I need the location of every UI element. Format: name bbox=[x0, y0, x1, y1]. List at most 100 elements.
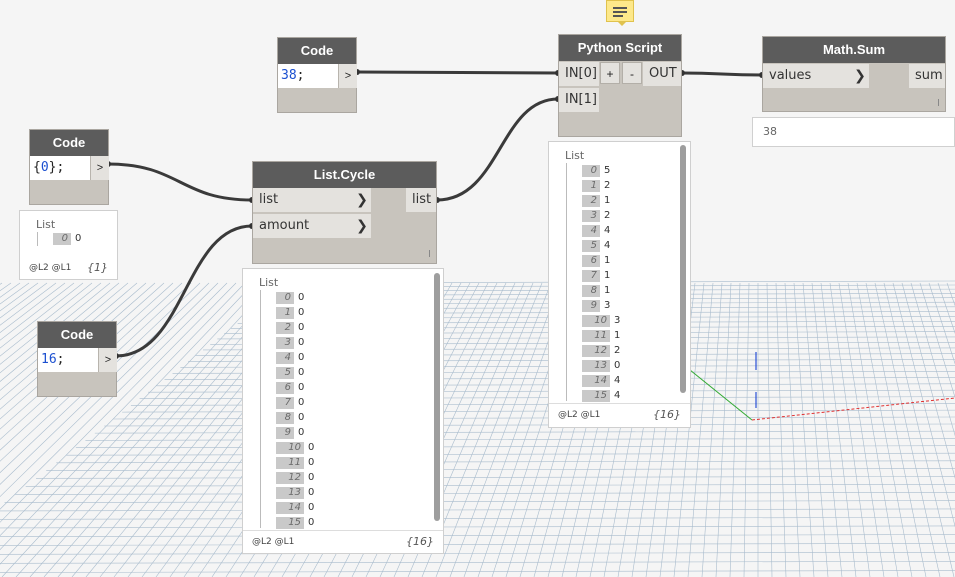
preview-row: 30 bbox=[276, 335, 304, 350]
preview-row-index: 12 bbox=[582, 344, 610, 357]
preview-row-value: 4 bbox=[604, 240, 611, 251]
preview-count: {1} bbox=[87, 261, 108, 274]
preview-row-value: 1 bbox=[614, 330, 621, 341]
preview-list-label: List bbox=[259, 276, 279, 289]
preview-row-value: 4 bbox=[614, 390, 621, 401]
input-port-in0[interactable]: IN[0] bbox=[559, 62, 599, 86]
list-cycle-node[interactable]: List.Cycle list ❯ amount ❯ list bbox=[252, 161, 437, 264]
node-title[interactable]: Python Script bbox=[559, 35, 681, 61]
node-title[interactable]: Code Block bbox=[30, 130, 108, 176]
preview-row-value: 3 bbox=[604, 300, 611, 311]
input-port-amount[interactable]: amount ❯ bbox=[253, 214, 371, 238]
output-port-list[interactable]: list bbox=[406, 188, 436, 212]
preview-row-value: 0 bbox=[298, 322, 305, 333]
preview-row-value: 2 bbox=[604, 210, 611, 221]
remove-input-button[interactable]: - bbox=[622, 62, 642, 84]
code-editor[interactable]: 16; bbox=[38, 348, 98, 372]
preview-row-index: 2 bbox=[582, 194, 600, 207]
preview-row-index: 3 bbox=[276, 336, 294, 349]
math-sum-node[interactable]: Math.Sum values ❯ sum bbox=[762, 36, 946, 112]
preview-row: 60 bbox=[276, 380, 304, 395]
preview-row-value: 0 bbox=[308, 502, 315, 513]
preview-row-index: 0 bbox=[582, 164, 600, 177]
input-port-in1[interactable]: IN[1] bbox=[559, 88, 599, 112]
preview-row: 10 3 bbox=[582, 313, 620, 328]
node-title[interactable]: Code Block bbox=[278, 38, 356, 84]
preview-row: 90 bbox=[276, 425, 304, 440]
preview-row: 93 bbox=[582, 298, 610, 313]
preview-levels: @L2 @L1 bbox=[252, 537, 295, 547]
preview-row-index: 6 bbox=[582, 254, 600, 267]
code-brace-close: }; bbox=[48, 160, 65, 175]
preview-count: {16} bbox=[653, 408, 681, 421]
preview-row-value: 3 bbox=[614, 315, 621, 326]
preview-row: 14 0 bbox=[276, 500, 314, 515]
preview-row: 00 bbox=[53, 231, 81, 246]
preview-tree-line bbox=[566, 163, 567, 401]
preview-row: 05 bbox=[582, 163, 610, 178]
preview-row-index: 1 bbox=[276, 306, 294, 319]
preview-row-index: 0 bbox=[53, 232, 71, 245]
preview-row-index: 11 bbox=[582, 329, 610, 342]
preview-python-script[interactable]: List @L2 @L1 {16} 0 5 1 2 2 1 3 2 4 4 5 4 6 1 7 1 8 1 9 3 10… bbox=[548, 141, 691, 428]
code-number[interactable]: 16 bbox=[41, 352, 57, 367]
preview-row-value: 0 bbox=[298, 382, 305, 393]
code-editor[interactable]: 38; bbox=[278, 64, 338, 88]
chevron-right-icon: ❯ bbox=[356, 218, 368, 234]
preview-row-value: 1 bbox=[604, 285, 611, 296]
preview-row-index: 2 bbox=[276, 321, 294, 334]
preview-row-value: 0 bbox=[298, 367, 305, 378]
preview-row-value: 4 bbox=[614, 375, 621, 386]
preview-row-value: 1 bbox=[604, 255, 611, 266]
input-port-values[interactable]: values ❯ bbox=[763, 64, 869, 88]
input-port-list[interactable]: list ❯ bbox=[253, 188, 371, 212]
node-title[interactable]: List.Cycle bbox=[253, 162, 436, 188]
preview-row-index: 1 bbox=[582, 179, 600, 192]
preview-row-value: 0 bbox=[308, 457, 315, 468]
preview-row: 15 4 bbox=[582, 388, 620, 403]
preview-row-value: 0 bbox=[308, 517, 315, 528]
node-title[interactable]: Math.Sum bbox=[763, 37, 945, 63]
lacing-indicator bbox=[938, 99, 939, 106]
preview-row-value: 0 bbox=[614, 360, 621, 371]
code-block-node-0[interactable]: Code Block {0}; > bbox=[29, 129, 109, 205]
node-title[interactable]: Code Block bbox=[38, 322, 116, 368]
preview-row: 15 0 bbox=[276, 515, 314, 530]
code-block-node-38[interactable]: Code Block 38; > bbox=[277, 37, 357, 113]
output-port[interactable]: > bbox=[98, 348, 117, 372]
preview-row-value: 0 bbox=[298, 427, 305, 438]
output-port-sum[interactable]: sum bbox=[909, 64, 945, 88]
preview-row-value: 5 bbox=[604, 165, 611, 176]
port-label: list bbox=[259, 192, 279, 207]
preview-scrollbar[interactable] bbox=[680, 145, 686, 393]
preview-row-index: 11 bbox=[276, 456, 304, 469]
code-terminator: ; bbox=[296, 68, 305, 83]
add-input-button[interactable]: + bbox=[600, 62, 620, 84]
preview-row-index: 3 bbox=[582, 209, 600, 222]
output-port[interactable]: > bbox=[338, 64, 357, 88]
preview-row-index: 0 bbox=[276, 291, 294, 304]
preview-row-value: 0 bbox=[298, 352, 305, 363]
code-editor[interactable]: {0}; bbox=[30, 156, 90, 180]
preview-row-index: 15 bbox=[276, 516, 304, 529]
preview-divider bbox=[549, 403, 690, 404]
output-port[interactable]: > bbox=[90, 156, 109, 180]
preview-scrollbar[interactable] bbox=[434, 273, 440, 521]
preview-row-index: 4 bbox=[276, 351, 294, 364]
note-icon[interactable] bbox=[606, 0, 634, 26]
code-number[interactable]: 0 bbox=[41, 160, 49, 175]
preview-row-index: 14 bbox=[582, 374, 610, 387]
preview-row-index: 7 bbox=[276, 396, 294, 409]
preview-code-block-0[interactable]: List @L2 @L1 {1} 00 bbox=[19, 210, 118, 280]
output-port-out[interactable]: OUT bbox=[643, 62, 681, 86]
code-block-node-16[interactable]: Code Block 16; > bbox=[37, 321, 117, 397]
preview-row: 80 bbox=[276, 410, 304, 425]
math-sum-watch-value: 38 bbox=[752, 117, 955, 147]
python-script-node[interactable]: Python Script IN[0] IN[1] + - OUT bbox=[558, 34, 682, 137]
preview-row-index: 13 bbox=[582, 359, 610, 372]
port-label: values bbox=[769, 68, 812, 83]
code-number[interactable]: 38 bbox=[281, 68, 297, 83]
chevron-right-icon: ❯ bbox=[356, 192, 368, 208]
preview-row-index: 15 bbox=[582, 389, 610, 402]
preview-list-cycle[interactable]: List @L2 @L1 {16} 0 0 1 0 2 0 3 0 4 0 5 0 6 0 7 0 8 0 9 0 10… bbox=[242, 268, 444, 554]
